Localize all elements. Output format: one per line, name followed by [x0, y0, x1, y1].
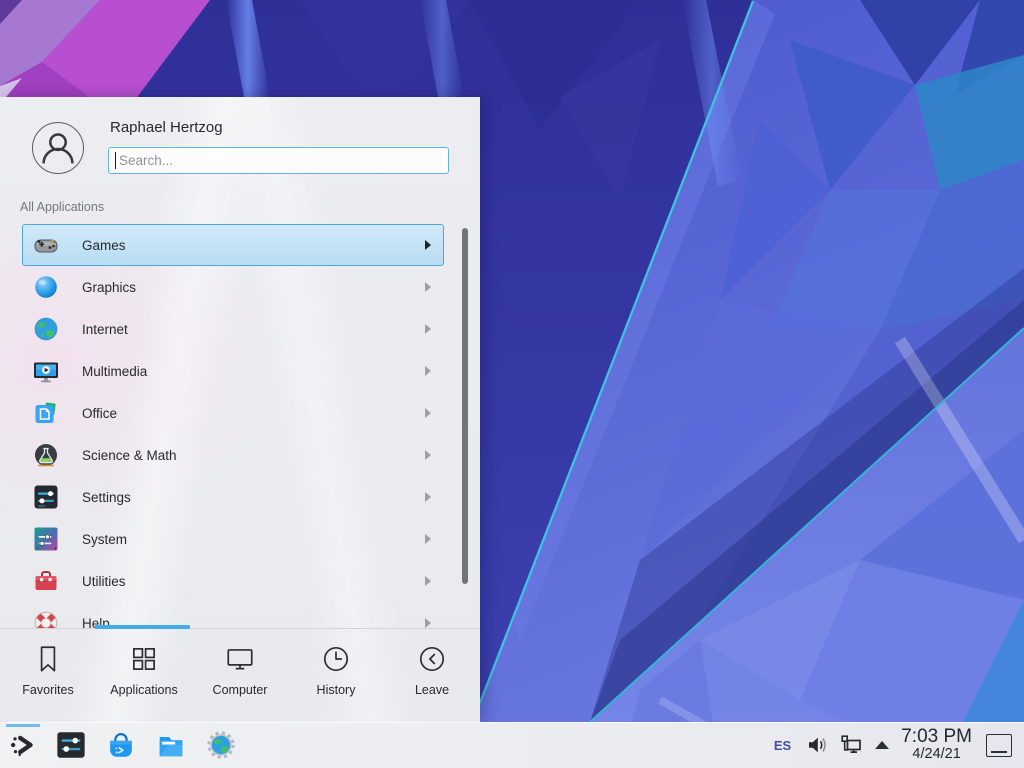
desktop: Raphael Hertzog All Applications [0, 0, 1024, 768]
search-input[interactable] [108, 147, 449, 174]
show-desktop-button[interactable] [986, 734, 1012, 757]
volume-icon[interactable] [805, 733, 829, 757]
lifebuoy-icon [32, 609, 60, 628]
category-label: Science & Math [82, 448, 177, 463]
category-label: Utilities [82, 574, 126, 589]
category-multimedia[interactable]: Multimedia [22, 350, 444, 392]
sliders-icon [32, 483, 60, 511]
flask-icon [32, 441, 60, 469]
category-graphics[interactable]: Graphics [22, 266, 444, 308]
system-sliders-icon [32, 525, 60, 553]
user-name: Raphael Hertzog [110, 119, 223, 136]
submenu-arrow-icon [425, 240, 431, 250]
tab-label: Applications [110, 683, 177, 697]
globe-icon [32, 315, 60, 343]
folder-icon [155, 729, 187, 761]
search-field-wrap [108, 147, 449, 174]
submenu-arrow-icon [425, 282, 431, 292]
category-label: Settings [82, 490, 131, 505]
category-help[interactable]: Help [22, 602, 444, 628]
tab-label: Computer [213, 683, 268, 697]
launcher-tab-bar: Favorites Applications Computer [0, 629, 480, 722]
list-scrollbar[interactable] [462, 228, 468, 584]
clock-time: 7:03 PM [901, 727, 972, 747]
section-label: All Applications [20, 200, 104, 214]
category-settings[interactable]: Settings [22, 476, 444, 518]
submenu-arrow-icon [425, 324, 431, 334]
tab-label: History [317, 683, 356, 697]
text-cursor [115, 152, 116, 169]
tab-leave[interactable]: Leave [384, 629, 480, 722]
bookmark-icon [32, 643, 64, 675]
grid-icon [128, 643, 160, 675]
network-icon[interactable] [839, 733, 863, 757]
system-settings-button[interactable] [52, 724, 90, 766]
toolbox-icon [32, 567, 60, 595]
category-list: Games Graphics [0, 224, 480, 628]
submenu-arrow-icon [425, 576, 431, 586]
kde-launcher-icon [7, 729, 39, 761]
clock-icon [320, 643, 352, 675]
expand-tray-icon[interactable] [875, 741, 889, 749]
category-label: Multimedia [82, 364, 147, 379]
system-tray: ES 7:03 PM 4/24/21 [774, 722, 1014, 768]
keyboard-layout-indicator[interactable]: ES [774, 738, 791, 753]
category-games[interactable]: Games [22, 224, 444, 266]
digital-clock[interactable]: 7:03 PM 4/24/21 [901, 727, 972, 762]
category-internet[interactable]: Internet [22, 308, 444, 350]
category-label: System [82, 532, 127, 547]
category-label: Internet [82, 322, 128, 337]
tab-history[interactable]: History [288, 629, 384, 722]
category-system[interactable]: System [22, 518, 444, 560]
launcher-header: Raphael Hertzog [0, 97, 480, 185]
tab-label: Favorites [22, 683, 73, 697]
globe-gear-icon [205, 729, 237, 761]
submenu-arrow-icon [425, 366, 431, 376]
submenu-arrow-icon [425, 534, 431, 544]
sphere-icon [32, 273, 60, 301]
active-task-indicator [6, 724, 40, 727]
category-science-math[interactable]: Science & Math [22, 434, 444, 476]
submenu-arrow-icon [425, 492, 431, 502]
monitor-icon [224, 643, 256, 675]
tab-favorites[interactable]: Favorites [0, 629, 96, 722]
user-avatar-icon [33, 123, 83, 173]
application-launcher-popup: Raphael Hertzog All Applications [0, 97, 480, 722]
submenu-arrow-icon [425, 618, 431, 628]
system-settings-icon [55, 729, 87, 761]
category-label: Graphics [82, 280, 136, 295]
category-utilities[interactable]: Utilities [22, 560, 444, 602]
discover-button[interactable] [102, 724, 140, 766]
category-label: Games [82, 238, 126, 253]
discover-bag-icon [105, 729, 137, 761]
user-avatar[interactable] [32, 122, 84, 174]
clock-date: 4/24/21 [901, 747, 972, 762]
category-office[interactable]: Office [22, 392, 444, 434]
application-launcher-button[interactable] [4, 724, 42, 766]
tab-computer[interactable]: Computer [192, 629, 288, 722]
tab-applications[interactable]: Applications [96, 629, 192, 722]
media-monitor-icon [32, 357, 60, 385]
documents-icon [32, 399, 60, 427]
tab-label: Leave [415, 683, 449, 697]
submenu-arrow-icon [425, 450, 431, 460]
submenu-arrow-icon [425, 408, 431, 418]
web-browser-button[interactable] [202, 724, 240, 766]
taskbar: ES 7:03 PM 4/24/21 [0, 722, 1024, 768]
file-manager-button[interactable] [152, 724, 190, 766]
gamepad-icon [32, 231, 60, 259]
category-label: Office [82, 406, 117, 421]
leave-icon [416, 643, 448, 675]
